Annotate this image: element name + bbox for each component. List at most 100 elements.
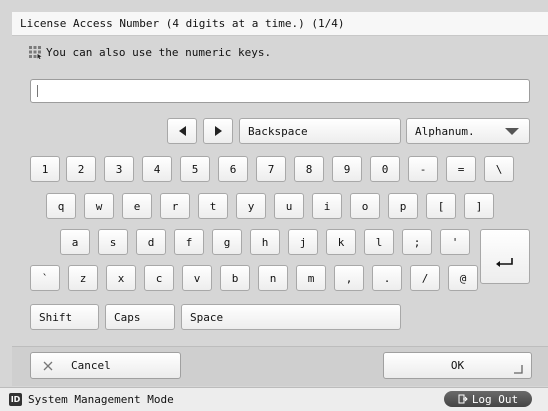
key[interactable]: g <box>212 229 242 255</box>
key[interactable]: / <box>410 265 440 291</box>
key-label: ; <box>413 235 421 249</box>
key-label: y <box>247 199 255 213</box>
key[interactable]: ] <box>464 193 494 219</box>
screen: License Access Number (4 digits at a tim… <box>0 0 548 411</box>
cursor-left-button[interactable] <box>167 118 197 144</box>
key[interactable]: e <box>122 193 152 219</box>
corner-mark-icon <box>514 365 523 374</box>
page-title: License Access Number (4 digits at a tim… <box>12 12 548 36</box>
enter-icon <box>496 258 513 267</box>
key[interactable]: 7 <box>256 156 286 182</box>
hint-text: You can also use the numeric keys. <box>46 45 272 59</box>
key[interactable]: i <box>312 193 342 219</box>
system-mode-label: System Management Mode <box>28 393 174 406</box>
key[interactable]: 9 <box>332 156 362 182</box>
key-label: n <box>269 271 277 285</box>
arrow-left-icon <box>178 126 186 136</box>
hint-row: You can also use the numeric keys. <box>28 42 271 62</box>
ok-label: OK <box>450 359 465 372</box>
key-label: 7 <box>267 162 275 176</box>
key-label: s <box>109 235 117 249</box>
shift-button[interactable]: Shift <box>30 304 99 330</box>
key-label: a <box>71 235 79 249</box>
cursor-right-button[interactable] <box>203 118 233 144</box>
key-label: ' <box>451 235 459 249</box>
key[interactable]: 2 <box>66 156 96 182</box>
logout-label: Log Out <box>471 392 519 406</box>
key[interactable]: o <box>350 193 380 219</box>
key[interactable]: y <box>236 193 266 219</box>
key[interactable]: 0 <box>370 156 400 182</box>
key[interactable]: b <box>220 265 250 291</box>
key[interactable]: 8 <box>294 156 324 182</box>
key[interactable]: 3 <box>104 156 134 182</box>
key-label: 8 <box>305 162 313 176</box>
key[interactable]: x <box>106 265 136 291</box>
key[interactable]: p <box>388 193 418 219</box>
key[interactable]: ` <box>30 265 60 291</box>
key[interactable]: c <box>144 265 174 291</box>
key-label: / <box>421 271 429 285</box>
space-label: Space <box>190 310 224 324</box>
key[interactable]: q <box>46 193 76 219</box>
key-label: 0 <box>381 162 389 176</box>
ok-button[interactable]: OK <box>383 352 532 379</box>
key[interactable]: z <box>68 265 98 291</box>
enter-button[interactable] <box>480 229 530 284</box>
key-label: x <box>117 271 125 285</box>
key[interactable]: 1 <box>30 156 60 182</box>
text-caret <box>37 85 38 97</box>
key[interactable]: = <box>446 156 476 182</box>
key[interactable]: h <box>250 229 280 255</box>
logout-button[interactable]: Log Out <box>444 391 532 407</box>
key-label: , <box>345 271 353 285</box>
caps-button[interactable]: Caps <box>105 304 175 330</box>
key[interactable]: k <box>326 229 356 255</box>
backspace-button[interactable]: Backspace <box>239 118 401 144</box>
key-label: v <box>193 271 201 285</box>
key[interactable]: 6 <box>218 156 248 182</box>
key-label: t <box>209 199 217 213</box>
key[interactable]: m <box>296 265 326 291</box>
key[interactable]: 5 <box>180 156 210 182</box>
key[interactable]: @ <box>448 265 478 291</box>
key-label: h <box>261 235 269 249</box>
key-label: z <box>79 271 87 285</box>
key[interactable]: t <box>198 193 228 219</box>
arrow-right-icon <box>214 126 222 136</box>
key[interactable]: [ <box>426 193 456 219</box>
key[interactable]: ' <box>440 229 470 255</box>
key[interactable]: n <box>258 265 288 291</box>
key[interactable]: - <box>408 156 438 182</box>
key-label: d <box>147 235 155 249</box>
key[interactable]: 4 <box>142 156 172 182</box>
key[interactable]: s <box>98 229 128 255</box>
key[interactable]: v <box>182 265 212 291</box>
key-label: q <box>57 199 65 213</box>
cancel-button[interactable]: Cancel <box>30 352 181 379</box>
key-label: u <box>285 199 293 213</box>
key[interactable]: d <box>136 229 166 255</box>
key-label: = <box>457 162 465 176</box>
license-number-input[interactable] <box>30 79 530 103</box>
input-mode-select[interactable]: Alphanum. <box>406 118 530 144</box>
key[interactable]: j <box>288 229 318 255</box>
cancel-label: Cancel <box>71 359 111 372</box>
key[interactable]: \ <box>484 156 514 182</box>
key[interactable]: . <box>372 265 402 291</box>
backspace-label: Backspace <box>248 124 308 138</box>
space-button[interactable]: Space <box>181 304 401 330</box>
key[interactable]: r <box>160 193 190 219</box>
key-label: e <box>133 199 141 213</box>
key-label: o <box>361 199 369 213</box>
key[interactable]: u <box>274 193 304 219</box>
key[interactable]: w <box>84 193 114 219</box>
key-label: 2 <box>77 162 85 176</box>
key[interactable]: l <box>364 229 394 255</box>
key[interactable]: , <box>334 265 364 291</box>
key[interactable]: a <box>60 229 90 255</box>
key-label: 4 <box>153 162 161 176</box>
key-label: f <box>185 235 193 249</box>
key[interactable]: f <box>174 229 204 255</box>
key[interactable]: ; <box>402 229 432 255</box>
